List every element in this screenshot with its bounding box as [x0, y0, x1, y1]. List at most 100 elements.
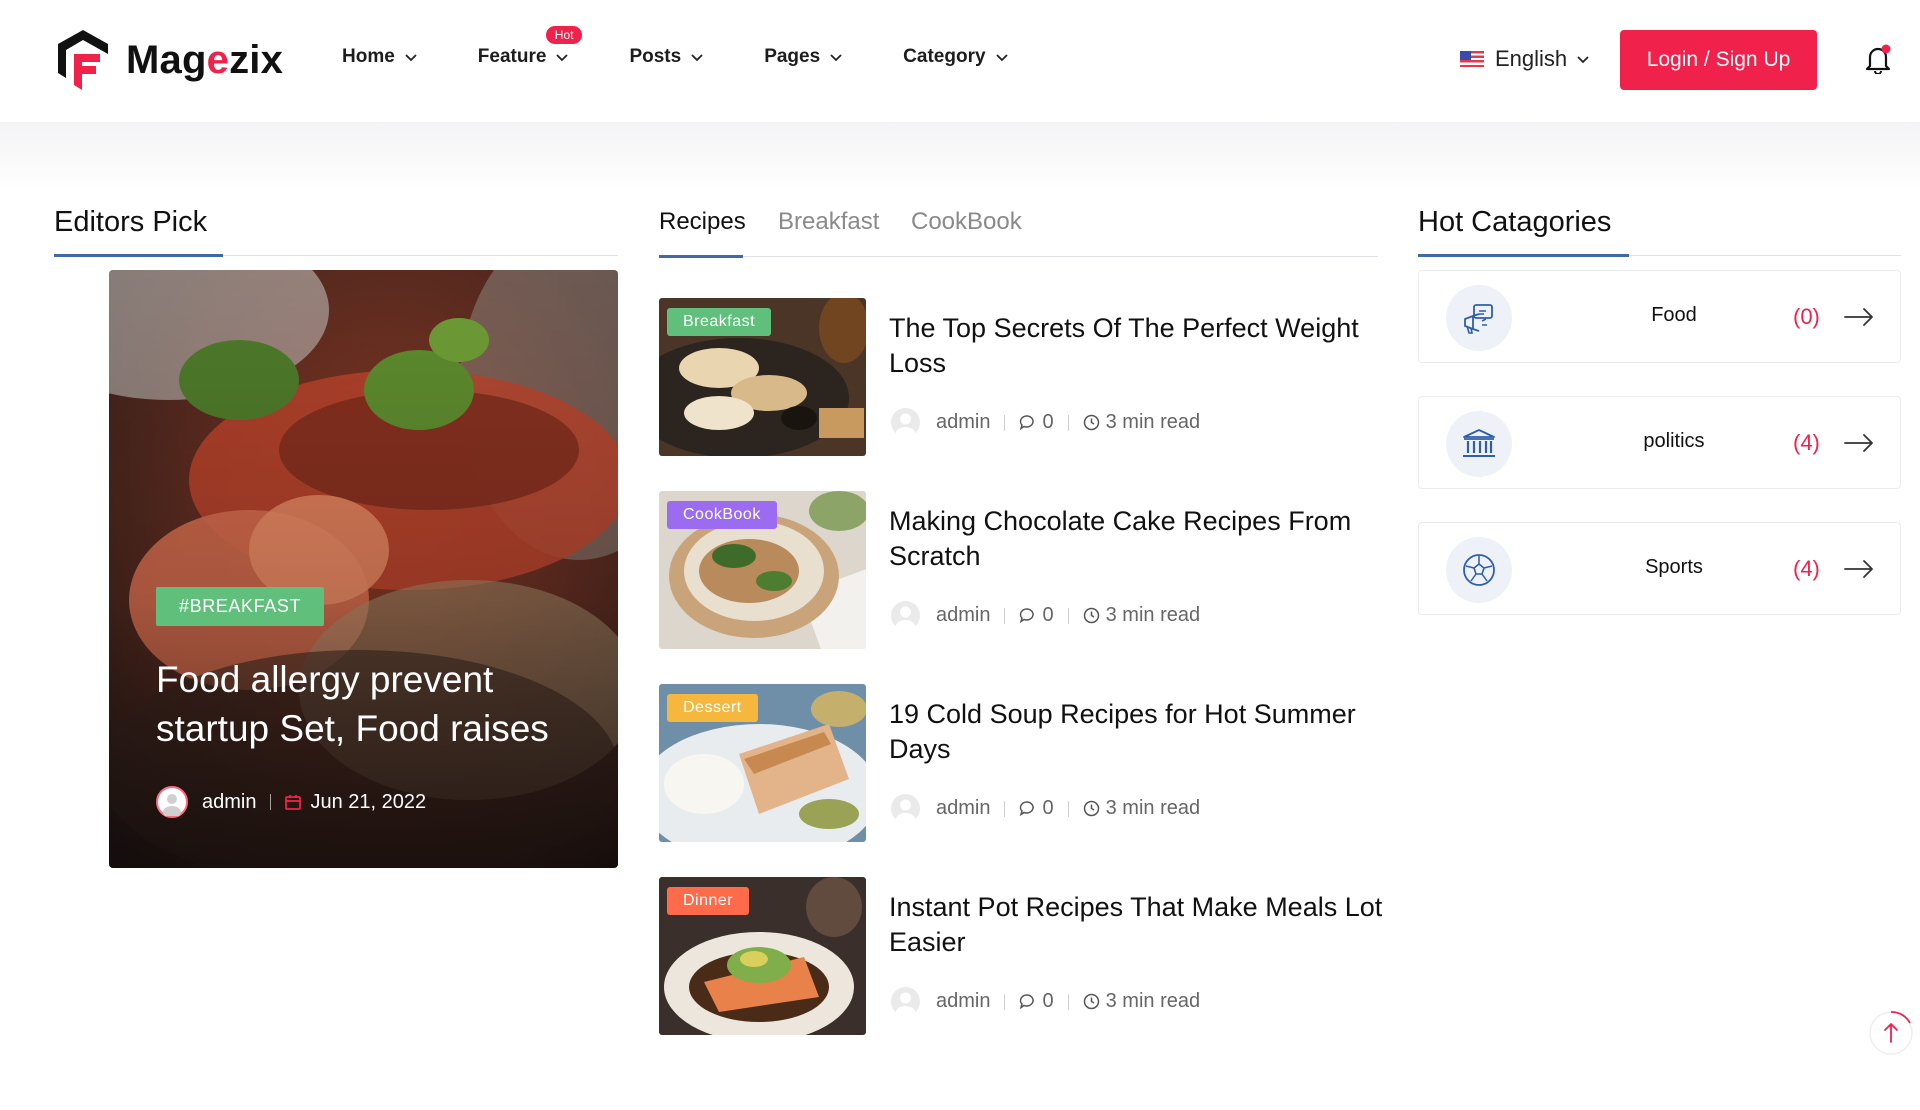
language-selector[interactable]: English: [1460, 46, 1590, 72]
chevron-down-icon: [830, 54, 842, 62]
meta-separator: [1004, 414, 1006, 431]
nav-label: Posts: [629, 46, 682, 67]
arrow-right-icon: [1844, 434, 1873, 452]
meta-separator: [1004, 993, 1006, 1010]
post-meta: admin 0 3 min read: [891, 794, 1200, 823]
post-meta: admin 0 3 min read: [891, 408, 1200, 437]
category-icon-circle: [1446, 537, 1512, 603]
arrow-right-icon: [1844, 308, 1873, 326]
comment-icon: [1020, 994, 1035, 1010]
category-tag[interactable]: #BREAKFAST: [156, 587, 325, 626]
category-icon-circle: [1446, 285, 1512, 351]
site-header: Magezix Home Feature Hot Posts Pages Cat…: [0, 0, 1920, 122]
featured-food-image: [109, 270, 618, 868]
read-time: 3 min read: [1105, 604, 1201, 626]
author-name[interactable]: admin: [202, 791, 256, 814]
meta-separator: [1004, 800, 1006, 817]
nav-label: Home: [342, 46, 395, 67]
comment-icon: [1020, 801, 1035, 817]
tab-cookbook[interactable]: CookBook: [911, 208, 1022, 236]
author-avatar: [156, 786, 188, 818]
tab-breakfast[interactable]: Breakfast: [778, 208, 879, 236]
author-avatar: [891, 408, 920, 437]
featured-post-card[interactable]: #BREAKFAST Food allergy prevent startup …: [109, 270, 618, 868]
author-name[interactable]: admin: [936, 797, 990, 820]
category-count: (4): [1793, 556, 1820, 581]
comment-icon: [1020, 415, 1035, 431]
hot-badge: Hot: [545, 26, 583, 44]
nav-item-home[interactable]: Home: [342, 46, 418, 68]
divider: [659, 256, 1378, 257]
hot-categories-title: Hot Catagories: [1418, 206, 1612, 238]
header-shadow-band: [0, 122, 1920, 192]
clock-icon: [1083, 800, 1099, 817]
brand-name: Magezix: [126, 37, 284, 82]
post-title[interactable]: Instant Pot Recipes That Make Meals Lot …: [889, 890, 1389, 960]
active-tab-underline: [659, 255, 743, 258]
comment-count: 0: [1042, 797, 1054, 819]
clock-icon: [1083, 414, 1099, 431]
meta-separator: [1067, 414, 1069, 431]
category-count: (4): [1793, 430, 1820, 455]
post-thumbnail[interactable]: CookBook: [659, 491, 866, 649]
author-name[interactable]: admin: [936, 411, 990, 434]
post-thumbnail[interactable]: Dinner: [659, 877, 866, 1035]
nav-label: Category: [903, 46, 986, 67]
category-card-politics[interactable]: politics (4): [1418, 396, 1901, 489]
site-logo[interactable]: Magezix: [54, 28, 283, 92]
post-category-badge[interactable]: CookBook: [667, 501, 777, 529]
comment-count: 0: [1042, 604, 1054, 626]
comment-count: 0: [1042, 411, 1054, 433]
post-category-badge[interactable]: Dessert: [667, 694, 758, 722]
author-name[interactable]: admin: [936, 990, 990, 1013]
nav-item-pages[interactable]: Pages: [764, 46, 843, 68]
chevron-down-icon: [405, 54, 417, 62]
read-time: 3 min read: [1105, 990, 1201, 1012]
chevron-down-icon: [691, 54, 703, 62]
post-title[interactable]: 19 Cold Soup Recipes for Hot Summer Days: [889, 697, 1389, 767]
category-name: Food: [1651, 304, 1697, 326]
category-card-sports[interactable]: Sports (4): [1418, 522, 1901, 615]
post-thumbnail[interactable]: Dessert: [659, 684, 866, 842]
megaphone-icon: [1464, 304, 1493, 334]
nav-item-feature[interactable]: Feature Hot: [478, 26, 583, 68]
meta-separator: [270, 794, 272, 810]
meta-separator: [1067, 993, 1069, 1010]
read-time: 3 min read: [1105, 797, 1201, 819]
post-category-badge[interactable]: Dinner: [667, 887, 750, 915]
author-name[interactable]: admin: [936, 604, 990, 627]
nav-label: Pages: [764, 46, 821, 67]
nav-item-posts[interactable]: Posts: [629, 46, 704, 68]
notification-bell-icon[interactable]: [1864, 44, 1892, 74]
us-flag-icon: [1460, 51, 1484, 67]
login-signup-button[interactable]: Login / Sign Up: [1620, 30, 1817, 90]
editors-pick-title: Editors Pick: [54, 206, 208, 238]
arrow-right-icon: [1844, 560, 1873, 578]
meta-separator: [1004, 607, 1006, 624]
category-card-food[interactable]: Food (0): [1418, 270, 1901, 363]
comment-icon: [1020, 608, 1035, 624]
featured-post-meta: admin Jun 21, 2022: [156, 786, 426, 818]
post-meta: admin 0 3 min read: [891, 987, 1200, 1016]
post-date: Jun 21, 2022: [310, 790, 427, 813]
featured-post-title[interactable]: Food allergy prevent startup Set, Food r…: [156, 655, 586, 753]
clock-icon: [1083, 993, 1099, 1010]
post-title[interactable]: Making Chocolate Cake Recipes From Scrat…: [889, 504, 1389, 574]
clock-icon: [1083, 607, 1099, 624]
post-category-badge[interactable]: Breakfast: [667, 308, 772, 336]
meta-separator: [1067, 607, 1069, 624]
post-meta: admin 0 3 min read: [891, 601, 1200, 630]
title-underline: [54, 254, 223, 257]
language-label: English: [1495, 46, 1568, 71]
scroll-to-top-button[interactable]: [1868, 1010, 1914, 1056]
category-name: politics: [1643, 430, 1705, 452]
comment-count: 0: [1042, 990, 1054, 1012]
author-avatar: [891, 794, 920, 823]
nav-item-category[interactable]: Category: [903, 46, 1008, 68]
soccer-ball-icon: [1463, 554, 1495, 586]
post-thumbnail[interactable]: Breakfast: [659, 298, 866, 456]
tab-recipes[interactable]: Recipes: [659, 208, 746, 236]
post-title[interactable]: The Top Secrets Of The Perfect Weight Lo…: [889, 311, 1389, 381]
category-count: (0): [1793, 304, 1820, 329]
title-underline: [1418, 254, 1629, 257]
